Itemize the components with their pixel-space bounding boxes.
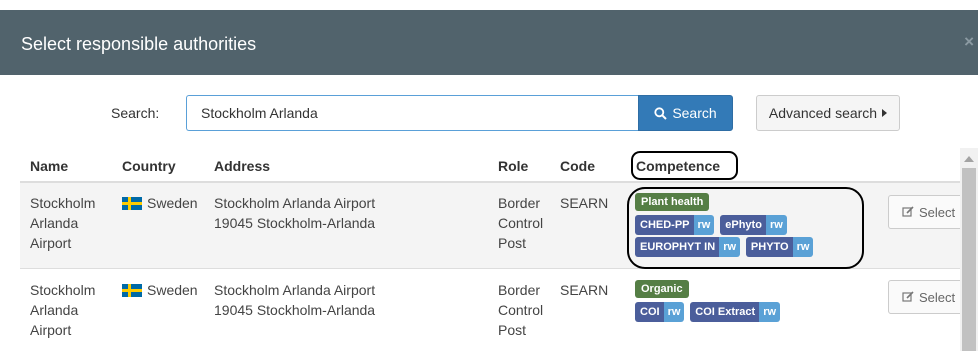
background-page <box>0 0 978 10</box>
modal-header: Select responsible authorities × <box>0 10 978 75</box>
edit-icon <box>902 206 914 217</box>
search-label: Search: <box>111 105 160 121</box>
scrollbar-thumb[interactable] <box>962 168 976 351</box>
tag-access: rw <box>663 302 685 322</box>
close-icon[interactable]: × <box>964 32 974 52</box>
modal-title: Select responsible authorities <box>21 34 257 54</box>
code-cell: SEARN <box>560 282 609 298</box>
tag-access: rw <box>759 302 781 322</box>
country-cell: Sweden <box>122 280 198 300</box>
sweden-flag-icon <box>122 283 142 297</box>
competence-tag: COI rw <box>635 302 685 322</box>
search-input[interactable] <box>186 95 638 131</box>
tag-name: COI Extract <box>690 302 760 322</box>
column-header-country: Country <box>122 158 176 174</box>
search-button-label: Search <box>672 105 717 121</box>
competence-cell: Organic COI rw COI Extract rw <box>635 280 865 324</box>
authority-name: Stockholm Arlanda Airport <box>30 195 96 251</box>
role-cell: Border Control Post <box>498 195 544 251</box>
category-badge: Organic <box>635 280 689 298</box>
column-header-address: Address <box>214 158 271 174</box>
sweden-flag-icon <box>122 196 142 210</box>
edit-icon <box>902 291 914 302</box>
caret-right-icon <box>882 109 888 117</box>
code-cell: SEARN <box>560 195 609 211</box>
competence-tags-annotation <box>627 187 864 269</box>
country-cell: Sweden <box>122 193 198 213</box>
address-line2: 19045 Stockholm-Arlanda <box>214 215 376 231</box>
address-line1: Stockholm Arlanda Airport <box>214 195 376 211</box>
scroll-up-arrow-icon[interactable] <box>964 156 974 162</box>
country-name: Sweden <box>147 195 198 211</box>
column-header-code: Code <box>560 158 595 174</box>
authority-name: Stockholm Arlanda Airport <box>30 282 96 338</box>
address-line1: Stockholm Arlanda Airport <box>214 282 376 298</box>
advanced-search-label: Advanced search <box>768 105 878 121</box>
table-row: Stockholm Arlanda Airport Sweden Stockho… <box>20 270 960 351</box>
competence-header-annotation <box>631 151 738 180</box>
address-cell: Stockholm Arlanda Airport 19045 Stockhol… <box>214 280 484 320</box>
select-button[interactable]: Select <box>888 280 968 314</box>
select-button[interactable]: Select <box>888 195 968 229</box>
advanced-search-button[interactable]: Advanced search <box>756 95 900 131</box>
select-button-label: Select <box>919 289 956 305</box>
country-name: Sweden <box>147 282 198 298</box>
address-cell: Stockholm Arlanda Airport 19045 Stockhol… <box>214 193 484 233</box>
competence-tag: COI Extract rw <box>690 302 781 322</box>
select-button-label: Select <box>919 204 956 220</box>
search-button[interactable]: Search <box>638 95 733 131</box>
address-line2: 19045 Stockholm-Arlanda <box>214 302 376 318</box>
tag-name: COI <box>635 302 664 322</box>
search-icon <box>654 106 668 120</box>
role-cell: Border Control Post <box>498 282 544 338</box>
column-header-role: Role <box>498 158 529 174</box>
column-header-name: Name <box>30 158 69 174</box>
